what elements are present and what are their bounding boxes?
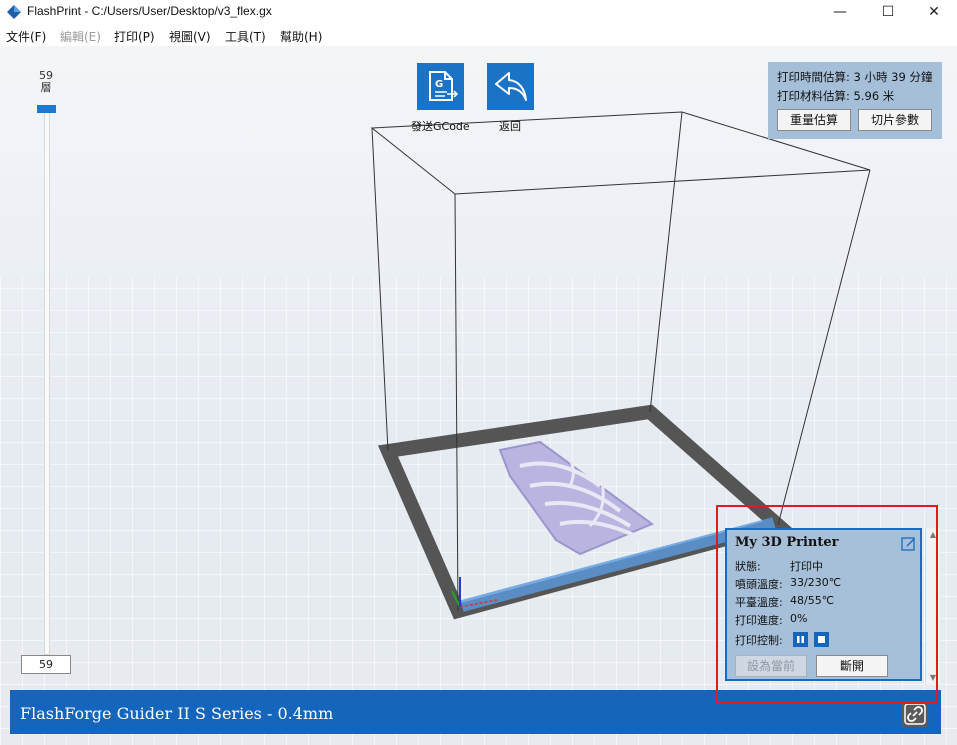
maximize-button[interactable]: ☐	[865, 0, 911, 26]
send-gcode-label: 發送GCode	[411, 120, 470, 133]
print-time-estimate: 打印時間估算: 3 小時 39 分鐘	[777, 70, 933, 84]
menu-view[interactable]: 視圖(V)	[169, 28, 211, 45]
printer-profile-text: FlashForge Guider II S Series - 0.4mm	[20, 704, 334, 723]
menu-help[interactable]: 幫助(H)	[280, 28, 322, 45]
back-button[interactable]	[487, 63, 534, 110]
layer-number-input[interactable]: 59	[21, 655, 71, 674]
link-chain-icon	[904, 703, 926, 725]
weight-estimate-button[interactable]: 重量估算	[777, 109, 851, 131]
undo-arrow-icon	[495, 72, 527, 101]
material-estimate: 打印材料估算: 5.96 米	[777, 89, 895, 103]
layer-slider-thumb[interactable]	[37, 105, 56, 113]
close-button[interactable]: ✕	[911, 0, 957, 26]
printer-panel-highlight	[716, 505, 938, 704]
menu-print[interactable]: 打印(P)	[114, 28, 155, 45]
estimate-panel: 打印時間估算: 3 小時 39 分鐘 打印材料估算: 5.96 米 重量估算 切…	[768, 62, 942, 139]
minimize-button[interactable]: —	[817, 0, 863, 26]
layer-slider-track[interactable]	[44, 108, 50, 655]
back-label: 返回	[499, 120, 521, 133]
layer-top-readout: 59 層	[36, 70, 56, 94]
menu-bar: 文件(F) 編輯(E) 打印(P) 視圖(V) 工具(T) 幫助(H)	[0, 26, 957, 47]
menu-edit[interactable]: 編輯(E)	[60, 28, 101, 45]
flashprint-logo-icon	[7, 5, 21, 19]
send-gcode-button[interactable]: G	[417, 63, 464, 110]
gcode-file-icon: G	[429, 71, 459, 101]
layer-top-unit: 層	[40, 81, 52, 94]
svg-text:G: G	[435, 79, 443, 90]
3d-viewport[interactable]: 59 層 59 G 發送GCode 返回 打印時間估算: 3 小時 39 分鐘 …	[0, 46, 957, 745]
menu-tools[interactable]: 工具(T)	[225, 28, 266, 45]
slice-params-button[interactable]: 切片參數	[858, 109, 932, 131]
menu-file[interactable]: 文件(F)	[6, 28, 46, 45]
title-bar: FlashPrint - C:/Users/User/Desktop/v3_fl…	[0, 0, 957, 26]
window-title: FlashPrint - C:/Users/User/Desktop/v3_fl…	[27, 4, 272, 18]
connection-link-button[interactable]	[902, 701, 928, 727]
